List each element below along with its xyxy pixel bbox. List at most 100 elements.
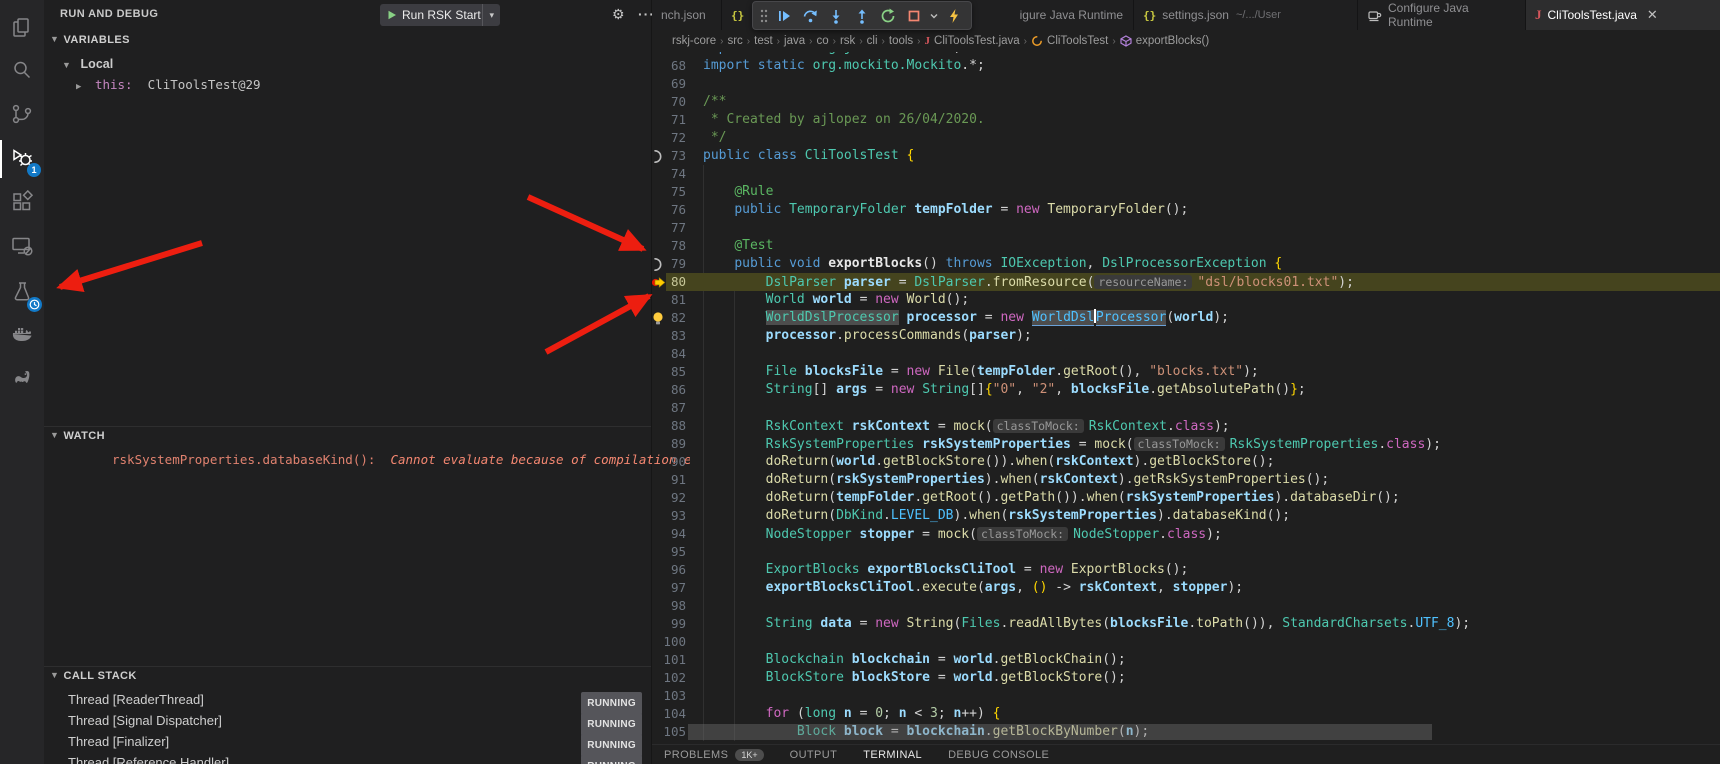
step-over-button[interactable]	[797, 3, 823, 28]
gutter-arc-icon[interactable]	[652, 147, 666, 165]
breadcrumb-item[interactable]: test	[754, 35, 773, 47]
gutter[interactable]	[652, 327, 666, 345]
breadcrumb-item[interactable]: co	[816, 35, 828, 47]
breadcrumb-item[interactable]: rskj-core	[672, 35, 716, 47]
gutter[interactable]	[652, 579, 666, 597]
gutter[interactable]	[652, 633, 666, 651]
call-stack-thread[interactable]: Thread [Reference Handler]RUNNING	[44, 752, 651, 764]
step-out-button[interactable]	[849, 3, 875, 28]
breadcrumb-item[interactable]: exportBlocks()	[1120, 35, 1210, 47]
gutter[interactable]	[652, 597, 666, 615]
gutter[interactable]	[652, 525, 666, 543]
gutter[interactable]	[652, 615, 666, 633]
editor-tab-clitoolstest-java[interactable]: JCliToolsTest.java✕	[1526, 0, 1720, 30]
gutter[interactable]	[652, 363, 666, 381]
call-stack-thread[interactable]: Thread [ReaderThread]RUNNING	[44, 689, 651, 710]
gutter[interactable]	[652, 651, 666, 669]
gutter[interactable]	[652, 75, 666, 93]
gutter[interactable]	[652, 705, 666, 723]
activity-item-docker[interactable]	[0, 314, 44, 354]
editor-tab-nch-json[interactable]: nch.json	[652, 0, 722, 30]
activity-item-source-control[interactable]	[0, 94, 44, 134]
close-icon[interactable]: ✕	[1647, 7, 1658, 23]
gutter[interactable]	[652, 201, 666, 219]
activity-item-gradle[interactable]	[0, 357, 44, 397]
code-text: ExportBlocks exportBlocksCliTool = new E…	[686, 561, 1188, 579]
breadcrumb-item[interactable]: cli	[867, 35, 878, 47]
stop-dropdown-button[interactable]	[927, 3, 941, 28]
activity-item-search[interactable]	[0, 50, 44, 90]
gutter[interactable]	[652, 723, 666, 741]
gutter[interactable]	[652, 561, 666, 579]
gutter[interactable]	[652, 399, 666, 417]
gutter[interactable]	[652, 165, 666, 183]
breadcrumb-item[interactable]: CliToolsTest	[1031, 35, 1108, 47]
step-into-button[interactable]	[823, 3, 849, 28]
call-stack-thread[interactable]: Thread [Finalizer]RUNNING	[44, 731, 651, 752]
gutter[interactable]	[652, 453, 666, 471]
restart-button[interactable]	[875, 3, 901, 28]
call-stack-thread[interactable]: Thread [Signal Dispatcher]RUNNING	[44, 710, 651, 731]
activity-item-run-and-debug[interactable]: 1	[0, 138, 44, 178]
gutter[interactable]	[652, 57, 666, 75]
gutter-arc-icon[interactable]	[652, 255, 666, 273]
gutter[interactable]	[652, 111, 666, 129]
breadcrumb-item[interactable]: src	[727, 35, 742, 47]
watch-section-header[interactable]: ▼ WATCH	[44, 430, 651, 442]
panel-tab-debug-console[interactable]: DEBUG CONSOLE	[948, 749, 1049, 761]
code-text: World world = new World();	[686, 291, 969, 309]
activity-item-remote-explorer[interactable]	[0, 226, 44, 266]
breadcrumb-item[interactable]: rsk	[840, 35, 855, 47]
activity-item-testing[interactable]	[0, 272, 44, 312]
editor-tab-settings-json[interactable]: {}settings.json~/.../User	[1134, 0, 1358, 30]
gutter[interactable]	[652, 543, 666, 561]
variable-this[interactable]: ▶ this: CliToolsTest@29	[76, 77, 261, 92]
gutter[interactable]	[652, 237, 666, 255]
stop-button[interactable]	[901, 3, 927, 28]
debug-stopped-breakpoint-icon[interactable]	[652, 273, 666, 291]
panel-tab-problems[interactable]: PROBLEMS1K+	[664, 749, 764, 761]
horizontal-scrollbar[interactable]	[688, 724, 1432, 740]
breadcrumb-separator: ›	[1024, 36, 1027, 47]
call-stack-section-header[interactable]: ▼ CALL STACK	[44, 670, 651, 682]
panel-tab-output[interactable]: OUTPUT	[790, 749, 838, 761]
breadcrumb-item[interactable]: tools	[889, 35, 913, 47]
code-text: doReturn(world.getBlockStore()).when(rsk…	[686, 453, 1274, 471]
gutter[interactable]	[652, 345, 666, 363]
code-text: RskSystemProperties rskSystemProperties …	[686, 435, 1441, 453]
watch-expression[interactable]: rskSystemProperties.databaseKind(): Cann…	[112, 452, 690, 467]
gutter[interactable]	[652, 435, 666, 453]
variables-section-header[interactable]: ▼ VARIABLES	[44, 34, 651, 46]
gutter[interactable]	[652, 471, 666, 489]
gutter[interactable]	[652, 219, 666, 237]
variables-scope-local[interactable]: ▼ Local	[62, 56, 113, 71]
gutter[interactable]	[652, 687, 666, 705]
hot-code-replace-button[interactable]	[941, 3, 967, 28]
activity-item-extensions[interactable]	[0, 182, 44, 222]
gutter[interactable]	[652, 417, 666, 435]
activity-item-explorer[interactable]	[0, 8, 44, 48]
breadcrumb-separator: ›	[809, 36, 812, 47]
panel-tab-terminal[interactable]: TERMINAL	[863, 749, 922, 761]
breadcrumb-separator: ›	[747, 36, 750, 47]
gear-icon[interactable]: ⚙	[612, 6, 625, 23]
continue-button[interactable]	[771, 3, 797, 28]
chevron-down-icon[interactable]: ▾	[482, 4, 500, 26]
code-text: String[] args = new String[]{"0", "2", b…	[686, 381, 1306, 399]
gutter[interactable]	[652, 183, 666, 201]
gutter[interactable]	[652, 381, 666, 399]
code-lines: 67import static org.junit.Assert.*;68imp…	[652, 52, 1720, 741]
gutter[interactable]	[652, 129, 666, 147]
lightbulb-icon[interactable]	[652, 309, 666, 327]
gutter[interactable]	[652, 489, 666, 507]
run-config-button[interactable]: Run RSK Start ▾	[380, 4, 500, 26]
gutter[interactable]	[652, 669, 666, 687]
editor-tab-configure-java-runtime[interactable]: Configure Java Runtime	[1358, 0, 1526, 30]
code-editor[interactable]: 67import static org.junit.Assert.*;68imp…	[652, 52, 1720, 764]
gutter[interactable]	[652, 93, 666, 111]
breadcrumb-item[interactable]: java	[784, 35, 805, 47]
gutter[interactable]	[652, 507, 666, 525]
gutter[interactable]	[652, 291, 666, 309]
breadcrumb-item[interactable]: JCliToolsTest.java	[925, 35, 1020, 47]
tab-label: Configure Java Runtime	[1388, 1, 1516, 29]
